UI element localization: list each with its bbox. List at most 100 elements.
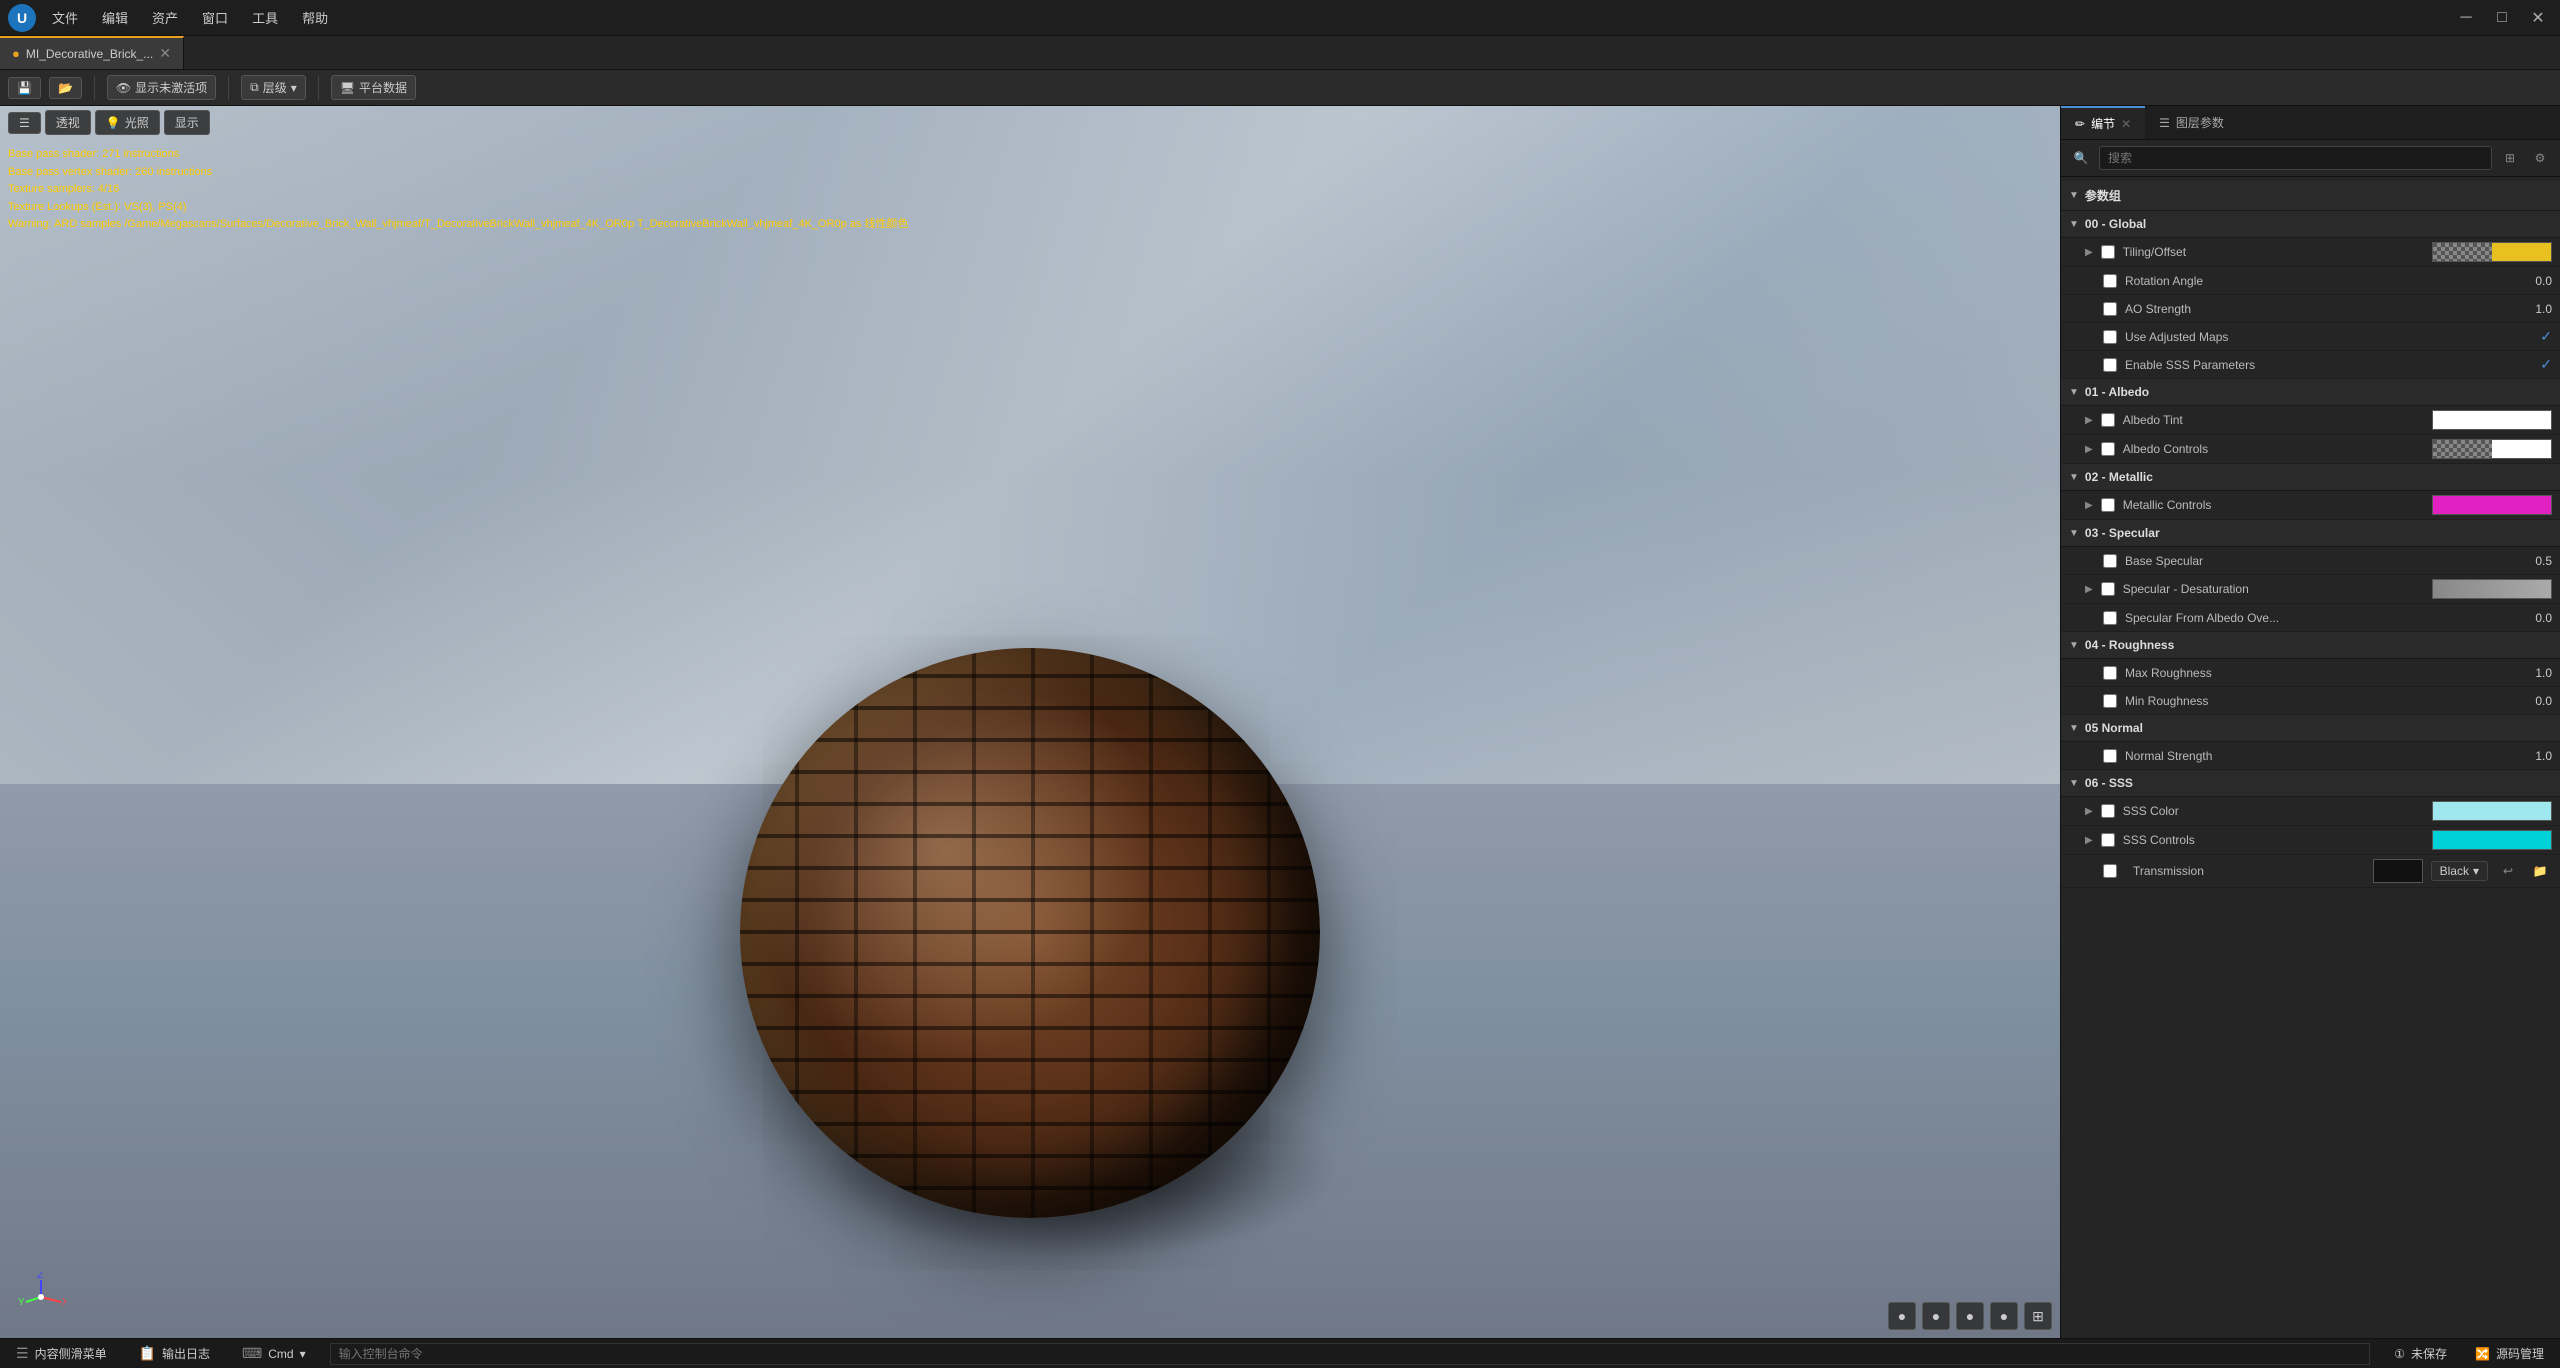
menu-file[interactable]: 文件	[48, 6, 82, 29]
console-input[interactable]	[330, 1343, 2371, 1365]
section-normal-header[interactable]: ▼ 05 Normal	[2061, 715, 2560, 742]
sss-controls-checkbox[interactable]	[2101, 833, 2115, 847]
maximize-button[interactable]: □	[2488, 8, 2516, 28]
viewport-grid-btn[interactable]: ⊞	[2024, 1302, 2052, 1330]
transmission-back-icon[interactable]: ↩	[2496, 859, 2520, 883]
param-rotation: Rotation Angle 0.0	[2061, 267, 2560, 295]
unsaved-label: 未保存	[2411, 1345, 2447, 1362]
max-roughness-checkbox[interactable]	[2103, 666, 2117, 680]
menu-tools[interactable]: 工具	[248, 6, 282, 29]
section-sss-header[interactable]: ▼ 06 - SSS	[2061, 770, 2560, 797]
ao-label: AO Strength	[2125, 302, 2472, 316]
ao-checkbox[interactable]	[2103, 302, 2117, 316]
minimize-button[interactable]: ─	[2452, 8, 2480, 28]
debug-line-3: Texture samplers: 4/16	[8, 181, 909, 199]
specular-desat-label: Specular - Desaturation	[2123, 582, 2432, 596]
sss-controls-arrow[interactable]: ▶	[2085, 835, 2093, 846]
search-input[interactable]	[2099, 146, 2492, 170]
sss-color-swatch[interactable]	[2432, 801, 2552, 821]
viewport-sphere4-btn[interactable]: ●	[1990, 1302, 2018, 1330]
show-unactivated-button[interactable]: 👁 显示未激活项	[107, 75, 216, 100]
sss-color-arrow[interactable]: ▶	[2085, 806, 2093, 817]
min-roughness-checkbox[interactable]	[2103, 694, 2117, 708]
tab-close-icon[interactable]: ✕	[159, 45, 171, 62]
albedo-controls-swatch[interactable]	[2432, 439, 2552, 459]
settings-icon[interactable]: ⚙	[2528, 146, 2552, 170]
sss-enable-checkbox[interactable]	[2103, 358, 2117, 372]
metallic-controls-swatch[interactable]	[2432, 495, 2552, 515]
tab-editor[interactable]: ✏ 编节 ✕	[2061, 106, 2145, 139]
editor-tab-close[interactable]: ✕	[2121, 117, 2131, 131]
output-log-button[interactable]: 📋 输出日志	[131, 1343, 218, 1364]
tiling-checkbox[interactable]	[2101, 245, 2115, 259]
save-button[interactable]: 💾	[8, 77, 41, 99]
tab-material-instance[interactable]: ● MI_Decorative_Brick_... ✕	[0, 36, 184, 69]
section-metallic-header[interactable]: ▼ 02 - Metallic	[2061, 464, 2560, 491]
menu-asset[interactable]: 资产	[148, 6, 182, 29]
viewport-sphere3-btn[interactable]: ●	[1956, 1302, 1984, 1330]
adjusted-checkbox[interactable]	[2103, 330, 2117, 344]
rotation-value: 0.0	[2472, 274, 2552, 288]
albedo-checker	[2433, 440, 2492, 458]
params-panel[interactable]: ▼ 参数组 ▼ 00 - Global ▶ Tiling/Offset Rota…	[2061, 177, 2560, 1338]
params-group-arrow: ▼	[2069, 190, 2079, 201]
tiling-swatch[interactable]	[2432, 242, 2552, 262]
albedo-tint-arrow[interactable]: ▶	[2085, 415, 2093, 426]
metallic-controls-arrow[interactable]: ▶	[2085, 500, 2093, 511]
close-button[interactable]: ✕	[2524, 8, 2552, 28]
section-global-header[interactable]: ▼ 00 - Global	[2061, 211, 2560, 238]
viewport-menu-button[interactable]: ☰	[8, 112, 41, 134]
menu-help[interactable]: 帮助	[298, 6, 332, 29]
specular-desat-swatch[interactable]	[2432, 579, 2552, 599]
unsaved-status[interactable]: ① 未保存	[2386, 1343, 2455, 1364]
lighting-button[interactable]: 💡 光照	[95, 110, 160, 135]
menu-window[interactable]: 窗口	[198, 6, 232, 29]
show-button[interactable]: 显示	[164, 110, 210, 135]
cmd-button[interactable]: ⌨ Cmd ▾	[234, 1343, 314, 1364]
albedo-tint-checkbox[interactable]	[2101, 413, 2115, 427]
transmission-dropdown[interactable]: Black ▾	[2431, 861, 2488, 881]
section-roughness-header[interactable]: ▼ 04 - Roughness	[2061, 632, 2560, 659]
viewport-sphere-btn[interactable]: ●	[1888, 1302, 1916, 1330]
section-specular-header[interactable]: ▼ 03 - Specular	[2061, 520, 2560, 547]
source-control-icon: 🔀	[2475, 1347, 2490, 1361]
specular-desat-arrow[interactable]: ▶	[2085, 584, 2093, 595]
albedo-controls-arrow[interactable]: ▶	[2085, 444, 2093, 455]
tab-layer-params[interactable]: ☰ 图层参数	[2145, 106, 2238, 139]
tab-bar: ● MI_Decorative_Brick_... ✕	[0, 36, 2560, 70]
base-specular-checkbox[interactable]	[2103, 554, 2117, 568]
show-unactivated-icon: 👁	[116, 81, 131, 95]
toolbar-divider-1	[94, 76, 95, 100]
sss-controls-swatch[interactable]	[2432, 830, 2552, 850]
viewport-sphere2-btn[interactable]: ●	[1922, 1302, 1950, 1330]
specular-albedo-checkbox[interactable]	[2103, 611, 2117, 625]
platform-data-button[interactable]: 🖥 平台数据	[331, 75, 416, 100]
tiling-expand-arrow[interactable]: ▶	[2085, 247, 2093, 258]
columns-icon[interactable]: ⊞	[2498, 146, 2522, 170]
menu-edit[interactable]: 编辑	[98, 6, 132, 29]
transmission-folder-icon[interactable]: 📁	[2528, 859, 2552, 883]
sss-color-checkbox[interactable]	[2101, 804, 2115, 818]
source-control-button[interactable]: 🔀 源码管理	[2467, 1343, 2552, 1364]
transmission-checkbox[interactable]	[2103, 864, 2117, 878]
open-button[interactable]: 📂	[49, 77, 82, 99]
search-icon: 🔍	[2069, 146, 2093, 170]
normal-strength-checkbox[interactable]	[2103, 749, 2117, 763]
cmd-icon: ⌨	[242, 1345, 262, 1362]
layer-button[interactable]: ⧉ 层级 ▾	[241, 75, 306, 100]
layer-params-icon: ☰	[2159, 116, 2170, 130]
tiling-checker	[2433, 243, 2492, 261]
rotation-checkbox[interactable]	[2103, 274, 2117, 288]
layer-label: 层级	[263, 79, 287, 96]
albedo-controls-checkbox[interactable]	[2101, 442, 2115, 456]
specular-desat-checkbox[interactable]	[2101, 582, 2115, 596]
content-drawer-button[interactable]: ☰ 内容侧滑菜单	[8, 1343, 115, 1364]
transmission-swatch[interactable]	[2373, 859, 2423, 883]
viewport[interactable]: ☰ 透视 💡 光照 显示 Base pass shader: 271 instr…	[0, 106, 2060, 1338]
params-group-header[interactable]: ▼ 参数组	[2061, 181, 2560, 211]
section-albedo-header[interactable]: ▼ 01 - Albedo	[2061, 379, 2560, 406]
perspective-button[interactable]: 透视	[45, 110, 91, 135]
albedo-tint-swatch[interactable]	[2432, 410, 2552, 430]
param-metallic-controls: ▶ Metallic Controls	[2061, 491, 2560, 520]
metallic-controls-checkbox[interactable]	[2101, 498, 2115, 512]
